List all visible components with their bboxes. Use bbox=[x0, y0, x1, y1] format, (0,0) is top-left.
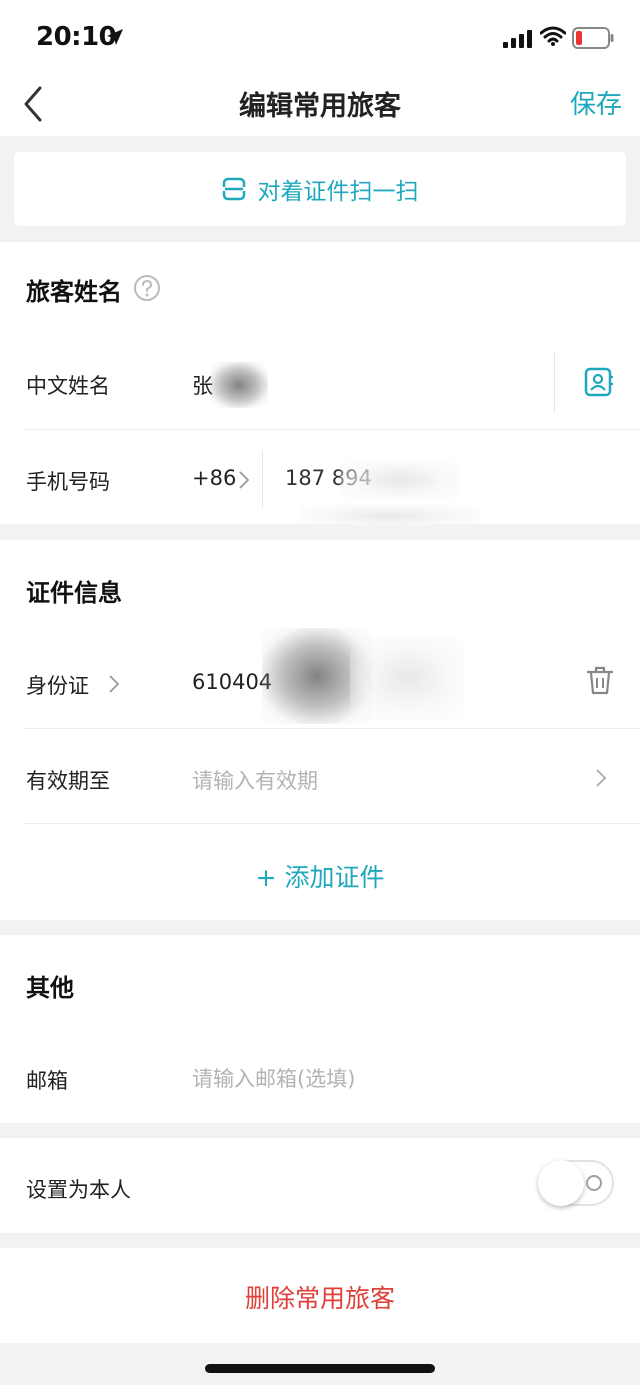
help-icon[interactable] bbox=[133, 274, 161, 302]
chinese-name-label: 中文姓名 bbox=[26, 374, 110, 398]
battery-low-icon bbox=[572, 27, 614, 49]
set-self-toggle[interactable] bbox=[538, 1160, 614, 1206]
country-code-selector[interactable]: +86 bbox=[192, 466, 236, 490]
other-section: 其他 邮箱 请输入邮箱(选填) bbox=[0, 935, 640, 1123]
phone-label: 手机号码 bbox=[26, 470, 110, 494]
section-title-name: 旅客姓名 bbox=[26, 278, 122, 306]
scan-label: 对着证件扫一扫 bbox=[257, 179, 419, 205]
scan-icon bbox=[221, 177, 246, 201]
redaction-blur bbox=[340, 460, 460, 500]
chevron-right-icon bbox=[239, 471, 250, 489]
page-title: 编辑常用旅客 bbox=[239, 91, 401, 122]
section-title-id: 证件信息 bbox=[26, 579, 122, 607]
row-divider bbox=[24, 823, 640, 824]
cellular-signal-icon bbox=[503, 30, 532, 48]
vertical-divider bbox=[554, 352, 555, 412]
status-time: 20:10 bbox=[36, 22, 117, 52]
trash-icon[interactable] bbox=[586, 666, 614, 696]
country-code: +86 bbox=[192, 466, 237, 490]
redaction-blur bbox=[300, 504, 480, 528]
add-document-button[interactable]: + 添加证件 bbox=[0, 858, 640, 894]
row-divider bbox=[24, 429, 640, 430]
row-divider bbox=[24, 728, 640, 729]
contact-card-icon[interactable] bbox=[584, 367, 614, 397]
id-info-section: 证件信息 身份证 610404 有效期至 请输入有效期 + 添加证件 bbox=[0, 540, 640, 920]
set-self-section: 设置为本人 bbox=[0, 1138, 640, 1233]
delete-passenger-button[interactable]: 删除常用旅客 bbox=[0, 1279, 640, 1315]
email-label: 邮箱 bbox=[26, 1069, 68, 1093]
chevron-right-icon[interactable] bbox=[595, 768, 607, 788]
section-title-other: 其他 bbox=[26, 974, 74, 1002]
redaction-blur bbox=[210, 362, 268, 408]
redaction-blur bbox=[350, 636, 465, 720]
chevron-right-icon bbox=[109, 675, 120, 693]
toggle-off-indicator-icon bbox=[586, 1175, 602, 1191]
toggle-knob bbox=[538, 1160, 584, 1206]
nav-bar: 编辑常用旅客 保存 bbox=[0, 76, 640, 136]
expiry-input[interactable]: 请输入有效期 bbox=[192, 765, 318, 795]
status-bar: 20:10 bbox=[0, 0, 640, 76]
id-type-label: 身份证 bbox=[26, 674, 89, 698]
id-type-selector[interactable]: 身份证 bbox=[26, 670, 146, 700]
location-arrow-icon bbox=[107, 29, 123, 45]
vertical-divider bbox=[262, 450, 263, 508]
scan-document-button[interactable]: 对着证件扫一扫 bbox=[14, 152, 626, 226]
set-self-label: 设置为本人 bbox=[26, 1178, 131, 1202]
delete-section: 删除常用旅客 bbox=[0, 1248, 640, 1343]
expiry-label: 有效期至 bbox=[26, 769, 110, 793]
home-indicator bbox=[205, 1364, 435, 1373]
id-number-input[interactable]: 610404 bbox=[192, 670, 272, 694]
save-button[interactable]: 保存 bbox=[570, 84, 622, 121]
email-input[interactable]: 请输入邮箱(选填) bbox=[192, 1063, 355, 1093]
passenger-name-section: 旅客姓名 中文姓名 张 手机号码 +86 187 894 bbox=[0, 242, 640, 528]
wifi-icon bbox=[540, 26, 566, 46]
